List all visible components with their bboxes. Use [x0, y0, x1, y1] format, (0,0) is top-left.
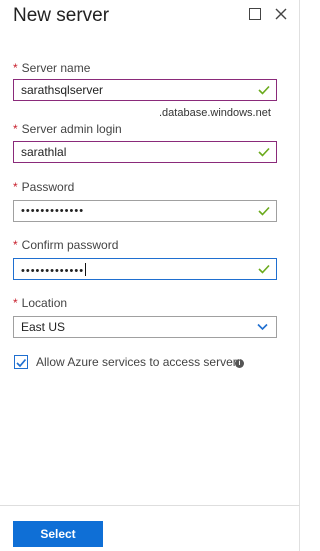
server-name-suffix: .database.windows.net — [159, 107, 271, 119]
location-value: East US — [21, 320, 66, 334]
select-button[interactable]: Select — [13, 521, 103, 547]
server-name-value: sarathsqlserver — [21, 83, 104, 97]
allow-azure-label: Allow Azure services to access server — [36, 355, 237, 369]
text-caret — [85, 263, 87, 276]
close-icon[interactable] — [275, 8, 287, 20]
required-marker: * — [13, 238, 18, 252]
required-marker: * — [13, 180, 18, 194]
valid-check-icon — [258, 206, 270, 216]
chevron-down-icon — [257, 323, 268, 331]
new-server-blade: New server * Server name sarathsqlserver … — [0, 0, 300, 551]
location-label: * Location — [13, 296, 68, 310]
valid-check-icon — [258, 85, 270, 95]
password-input[interactable]: ••••••••••••• — [13, 200, 277, 222]
confirm-password-value: ••••••••••••• — [21, 265, 85, 277]
password-value: ••••••••••••• — [21, 205, 85, 217]
valid-check-icon — [258, 147, 270, 157]
required-marker: * — [13, 61, 18, 75]
password-label: * Password — [13, 180, 75, 194]
admin-login-value: sarathlal — [21, 145, 67, 159]
maximize-icon[interactable] — [249, 8, 261, 20]
allow-azure-checkbox[interactable] — [14, 355, 28, 369]
location-select[interactable]: East US — [13, 316, 277, 338]
info-icon[interactable]: i — [235, 359, 244, 368]
confirm-password-input[interactable]: ••••••••••••• — [13, 258, 277, 280]
required-marker: * — [13, 122, 18, 136]
server-name-input[interactable]: sarathsqlserver — [13, 79, 277, 101]
admin-login-input[interactable]: sarathlal — [13, 141, 277, 163]
blade-title: New server — [13, 5, 110, 26]
checkmark-icon — [16, 358, 27, 368]
required-marker: * — [13, 296, 18, 310]
footer-divider — [0, 505, 300, 506]
admin-login-label: * Server admin login — [13, 122, 122, 136]
server-name-label: * Server name — [13, 61, 91, 75]
confirm-password-label: * Confirm password — [13, 238, 119, 252]
valid-check-icon — [258, 264, 270, 274]
